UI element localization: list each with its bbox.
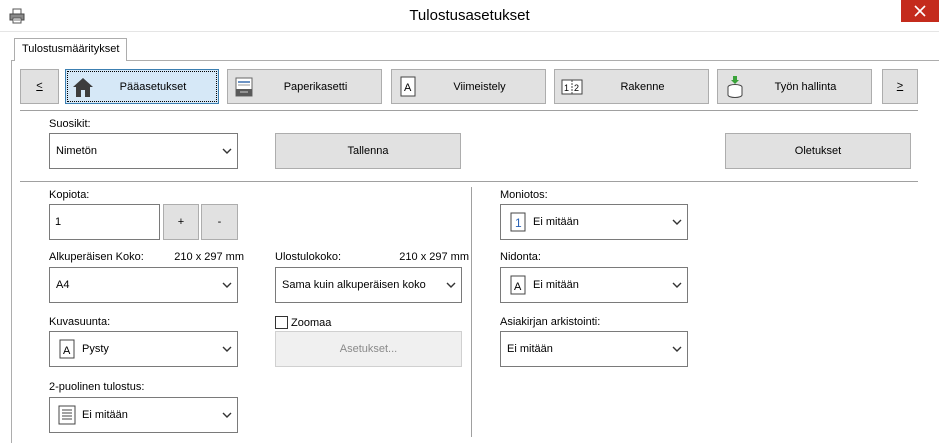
original-size-value: A4	[56, 279, 70, 291]
chevron-down-icon	[672, 346, 682, 352]
close-icon	[914, 5, 926, 17]
chevron-down-icon	[672, 282, 682, 288]
chevron-down-icon	[222, 148, 232, 154]
nav-prev-label: <	[36, 80, 43, 92]
n-up-page-icon: 1	[510, 212, 526, 232]
close-button[interactable]	[901, 0, 939, 22]
save-favorite-label: Tallenna	[347, 145, 389, 157]
favorites-select[interactable]: Nimetön	[49, 133, 238, 169]
title-bar: Tulostusasetukset	[0, 0, 939, 32]
archiving-label: Asiakirjan arkistointi:	[500, 316, 601, 328]
chevron-down-icon	[222, 412, 232, 418]
tab-content: < Pääasetukset Paperikasetti A Viimeiste…	[11, 60, 939, 443]
chevron-down-icon	[672, 219, 682, 225]
binding-select[interactable]: A Ei mitään	[500, 267, 688, 303]
nav-next-button[interactable]: >	[882, 69, 918, 104]
orientation-select[interactable]: A Pysty	[49, 331, 238, 367]
output-size-value: Sama kuin alkuperäisen koko	[282, 279, 426, 291]
chevron-down-icon	[446, 282, 456, 288]
svg-text:A: A	[404, 82, 412, 94]
duplex-select[interactable]: Ei mitään	[49, 397, 238, 433]
column-divider	[471, 187, 472, 437]
document-a-icon: A	[510, 275, 526, 295]
nav-item-label: Työn hallinta	[774, 81, 837, 93]
divider	[20, 181, 918, 182]
nav-item-finishing[interactable]: A Viimeistely	[391, 69, 546, 104]
archiving-select[interactable]: Ei mitään	[500, 331, 688, 367]
multipage-select[interactable]: 1 Ei mitään	[500, 204, 688, 240]
nav-item-label: Rakenne	[620, 81, 665, 93]
nav-next-label: >	[896, 80, 904, 92]
defaults-button[interactable]: Oletukset	[725, 133, 911, 169]
favorites-label: Suosikit:	[49, 118, 91, 130]
original-size-label: Alkuperäisen Koko:	[49, 251, 144, 263]
nav-prev-button[interactable]: <	[20, 69, 59, 104]
tab-print-settings[interactable]: Tulostusmääritykset	[14, 38, 128, 61]
copies-input[interactable]: 1	[49, 204, 160, 240]
copies-minus-button[interactable]: -	[201, 204, 238, 240]
defaults-label: Oletukset	[794, 145, 842, 157]
original-size-select[interactable]: A4	[49, 267, 238, 303]
copies-minus-label: -	[217, 216, 222, 228]
chevron-down-icon	[222, 282, 232, 288]
portrait-page-icon: A	[59, 339, 75, 359]
archiving-value: Ei mitään	[507, 343, 553, 355]
favorites-value: Nimetön	[56, 145, 97, 157]
copies-plus-button[interactable]: +	[163, 204, 199, 240]
output-size-label: Ulostulokoko:	[275, 251, 342, 263]
nav-item-main-settings[interactable]: Pääasetukset	[65, 69, 219, 104]
binding-value: Ei mitään	[533, 279, 579, 291]
nav-item-job-management[interactable]: Työn hallinta	[717, 69, 872, 104]
copies-plus-label: +	[177, 216, 185, 228]
duplex-label: 2-puolinen tulostus:	[49, 381, 145, 393]
nav-item-label: Paperikasetti	[283, 81, 348, 93]
nav-item-label: Pääasetukset	[119, 81, 187, 93]
chevron-down-icon	[222, 346, 232, 352]
multipage-value: Ei mitään	[533, 216, 579, 228]
save-favorite-button[interactable]: Tallenna	[275, 133, 461, 169]
original-size-dimension: 210 x 297 mm	[174, 251, 244, 263]
svg-text:A: A	[63, 345, 71, 357]
binding-label: Nidonta:	[500, 251, 541, 263]
svg-text:A: A	[514, 281, 522, 293]
zoom-settings-label: Asetukset...	[339, 343, 398, 355]
divider	[20, 110, 918, 111]
output-size-select[interactable]: Sama kuin alkuperäisen koko	[275, 267, 462, 303]
duplex-value: Ei mitään	[82, 409, 128, 421]
nav-item-paper-tray[interactable]: Paperikasetti	[227, 69, 382, 104]
copies-value: 1	[55, 216, 62, 228]
orientation-value: Pysty	[82, 343, 109, 355]
multipage-label: Moniotos:	[500, 189, 548, 201]
window-title: Tulostusasetukset	[409, 7, 530, 24]
zoom-settings-button[interactable]: Asetukset...	[275, 331, 462, 367]
single-sided-page-icon	[58, 405, 76, 425]
zoom-checkbox[interactable]	[275, 316, 288, 329]
copies-label: Kopiota:	[49, 189, 90, 201]
nav-item-label: Viimeistely	[453, 81, 506, 93]
output-size-dimension: 210 x 297 mm	[399, 251, 469, 263]
svg-text:1: 1	[515, 216, 522, 230]
zoom-label: Zoomaa	[291, 317, 332, 329]
nav-item-layout[interactable]: 1 2 Rakenne	[554, 69, 709, 104]
orientation-label: Kuvasuunta:	[49, 316, 111, 328]
svg-text:1: 1	[564, 83, 569, 93]
